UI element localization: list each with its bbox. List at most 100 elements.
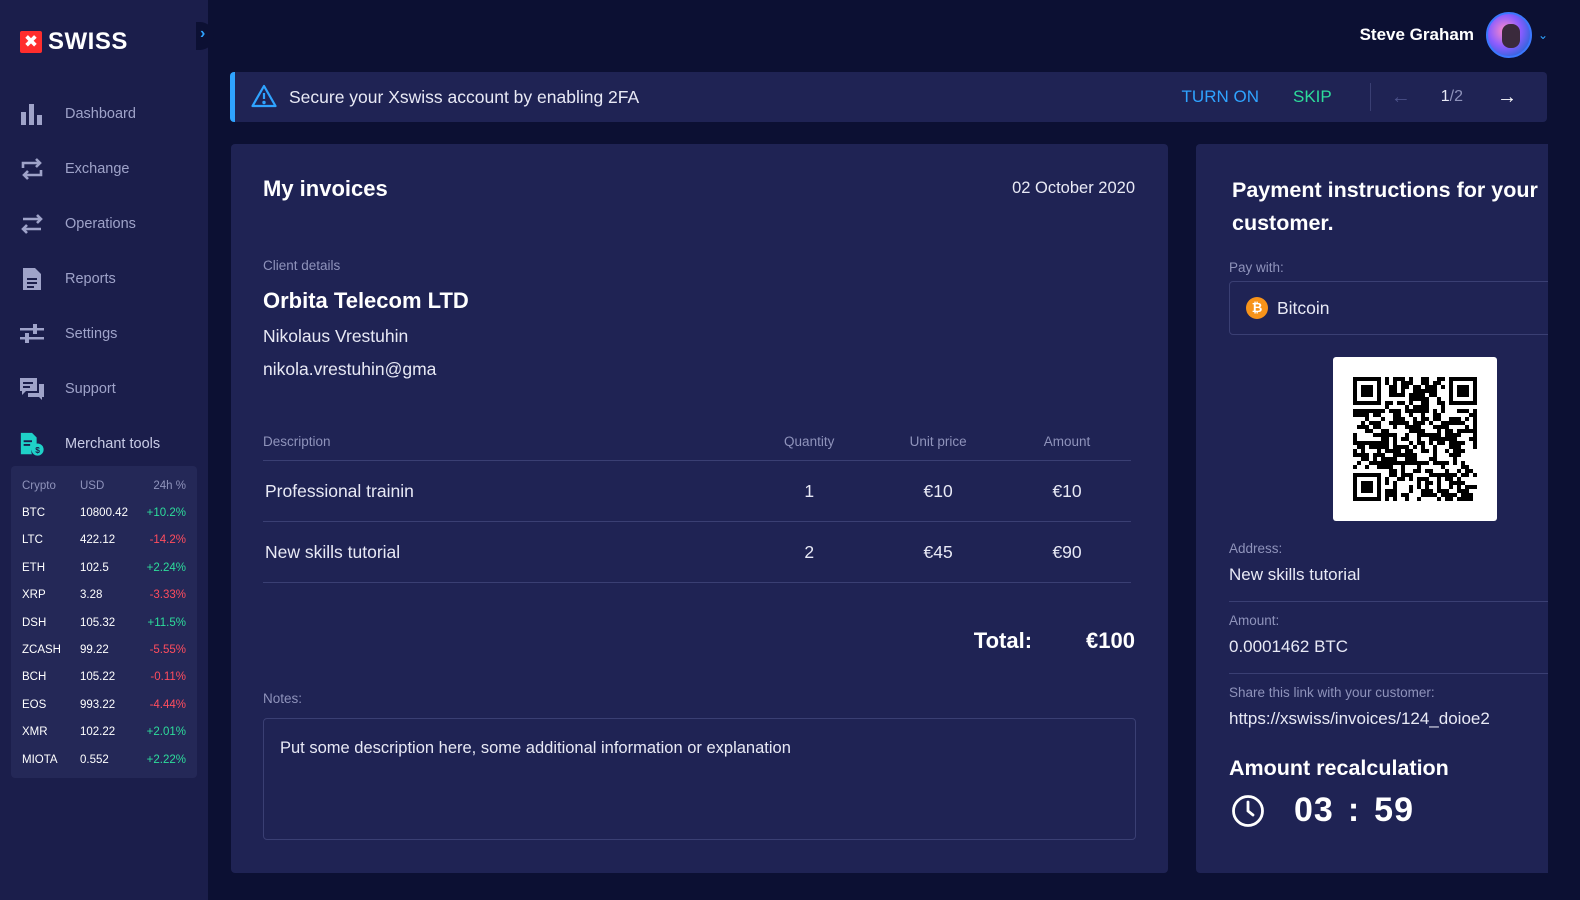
- sidebar-item-merchant-tools[interactable]: $ Merchant tools: [0, 416, 208, 471]
- amount-label: Amount:: [1229, 613, 1280, 628]
- avatar: [1485, 12, 1532, 58]
- ticker-row[interactable]: DSH 105.32 +11.5%: [22, 609, 186, 636]
- ticker-crypto: ZCASH: [22, 644, 61, 657]
- ticker-row[interactable]: XRP 3.28 -3.33%: [22, 582, 186, 609]
- divider: [1229, 601, 1548, 602]
- sidebar-item-label: Merchant tools: [65, 435, 161, 452]
- sidebar: ✖ SWISS Dashboard Exchange Operations Re…: [0, 0, 208, 900]
- banner-actions: TURN ON SKIP ← 1/2 →: [1182, 72, 1547, 122]
- warning-icon: [251, 84, 277, 110]
- ticker-usd: 99.22: [80, 644, 109, 657]
- qr-code-icon: [1353, 377, 1477, 501]
- ticker-row[interactable]: BTC 10800.42 +10.2%: [22, 499, 186, 526]
- ticker-usd: 102.5: [80, 561, 109, 574]
- ticker-change: +2.24%: [146, 561, 186, 574]
- sidebar-item-reports[interactable]: Reports: [0, 251, 208, 306]
- 2fa-banner: Secure your Xswiss account by enabling 2…: [230, 72, 1547, 122]
- sidebar-item-operations[interactable]: Operations: [0, 196, 208, 251]
- sidebar-item-label: Reports: [65, 270, 116, 287]
- ticker-usd: 10800.42: [80, 507, 128, 520]
- sidebar-item-label: Dashboard: [65, 105, 136, 122]
- column-description: Description: [263, 434, 331, 449]
- client-details-label: Client details: [263, 258, 341, 273]
- sliders-icon: [19, 321, 45, 347]
- ticker-usd: 422.12: [80, 534, 116, 547]
- column-amount: Amount: [1043, 434, 1091, 449]
- address-label: Address:: [1229, 541, 1283, 556]
- ticker-row[interactable]: ZCASH 99.22 -5.55%: [22, 636, 186, 663]
- ticker-crypto: XMR: [22, 726, 48, 739]
- banner-pager: 1/2: [1441, 88, 1463, 106]
- row-description: Professional trainin: [265, 480, 414, 501]
- table-row[interactable]: New skills tutorial 2 €45 €90: [263, 522, 1131, 583]
- user-menu[interactable]: Steve Graham ⌄: [1360, 12, 1548, 58]
- sidebar-item-exchange[interactable]: Exchange: [0, 141, 208, 196]
- arrow-right-icon[interactable]: →: [1497, 86, 1517, 109]
- logo-text: SWISS: [48, 28, 128, 55]
- timer-separator: :: [1347, 791, 1361, 829]
- row-amount: €90: [1052, 541, 1082, 562]
- ticker-header-crypto: Crypto: [22, 479, 56, 492]
- row-description: New skills tutorial: [265, 541, 401, 562]
- pager-total: /2: [1449, 88, 1463, 105]
- sidebar-item-settings[interactable]: Settings: [0, 306, 208, 361]
- svg-text:$: $: [35, 444, 40, 454]
- sidebar-item-label: Exchange: [65, 160, 130, 177]
- skip-button[interactable]: SKIP: [1293, 87, 1332, 107]
- pay-with-label: Pay with:: [1229, 260, 1284, 275]
- turn-on-button[interactable]: TURN ON: [1182, 87, 1259, 107]
- ticker-row[interactable]: MIOTA 0.552 +2.22%: [22, 746, 186, 773]
- logo-mark-icon: ✖: [20, 31, 42, 53]
- sidebar-item-label: Support: [65, 380, 116, 397]
- timer-minutes: 03: [1294, 791, 1334, 829]
- sidebar-item-label: Settings: [65, 325, 118, 342]
- user-name: Steve Graham: [1359, 25, 1474, 44]
- sidebar-item-dashboard[interactable]: Dashboard: [0, 86, 208, 141]
- sidebar-toggle-button[interactable]: ›: [196, 22, 214, 50]
- chat-icon: [19, 376, 45, 402]
- ticker-crypto: DSH: [22, 616, 47, 629]
- ticker-row[interactable]: LTC 422.12 -14.2%: [22, 527, 186, 554]
- ticker-usd: 105.32: [80, 616, 116, 629]
- divider: [1229, 673, 1548, 674]
- ticker-change: -0.11%: [150, 671, 186, 684]
- invoice-title: My invoices: [263, 176, 388, 201]
- column-quantity: Quantity: [784, 434, 835, 449]
- table-row[interactable]: Professional trainin 1 €10 €10: [263, 461, 1131, 522]
- row-unit-price: €45: [923, 541, 953, 562]
- arrow-left-icon[interactable]: ←: [1391, 86, 1411, 109]
- total-value: €100: [1086, 628, 1135, 653]
- chevron-down-icon: ⌄: [1537, 28, 1548, 42]
- merchant-icon: $: [19, 431, 45, 457]
- client-contact: Nikolaus Vrestuhin: [263, 326, 409, 346]
- row-quantity: 1: [804, 480, 815, 501]
- ticker-row[interactable]: BCH 105.22 -0.11%: [22, 664, 186, 691]
- ticker-crypto: BCH: [22, 671, 47, 684]
- exchange-icon: [19, 156, 45, 182]
- ticker-change: -4.44%: [149, 698, 186, 711]
- invoice-table: Description Quantity Unit price Amount P…: [263, 434, 1131, 583]
- arrows-icon: [19, 211, 45, 237]
- row-amount: €10: [1052, 480, 1082, 501]
- address-value[interactable]: New skills tutorial: [1229, 565, 1360, 585]
- logo[interactable]: ✖ SWISS: [20, 28, 128, 56]
- countdown-timer: 03 : 59: [1294, 791, 1414, 830]
- ticker-row[interactable]: ETH 102.5 +2.24%: [22, 554, 186, 581]
- notes-textarea[interactable]: Put some description here, some addition…: [263, 718, 1136, 840]
- ticker-row[interactable]: XMR 102.22 +2.01%: [22, 719, 186, 746]
- share-link-value[interactable]: https://xswiss/invoices/124_doioe2: [1229, 709, 1490, 729]
- client-company: Orbita Telecom LTD: [263, 288, 469, 313]
- qr-code: [1333, 357, 1497, 521]
- document-icon: [19, 266, 45, 292]
- chevron-right-icon: ›: [200, 25, 206, 42]
- ticker-row[interactable]: EOS 993.22 -4.44%: [22, 691, 186, 718]
- ticker-change: +2.01%: [146, 726, 186, 739]
- pay-with-select[interactable]: ₿ Bitcoin: [1229, 281, 1548, 335]
- sidebar-item-label: Operations: [65, 215, 136, 232]
- sidebar-item-support[interactable]: Support: [0, 361, 208, 416]
- clock-icon: [1231, 794, 1265, 828]
- total-label: Total:: [973, 628, 1033, 653]
- ticker-crypto: LTC: [22, 534, 43, 547]
- column-unit-price: Unit price: [909, 434, 967, 449]
- amount-value: 0.0001462 BTC: [1229, 637, 1349, 656]
